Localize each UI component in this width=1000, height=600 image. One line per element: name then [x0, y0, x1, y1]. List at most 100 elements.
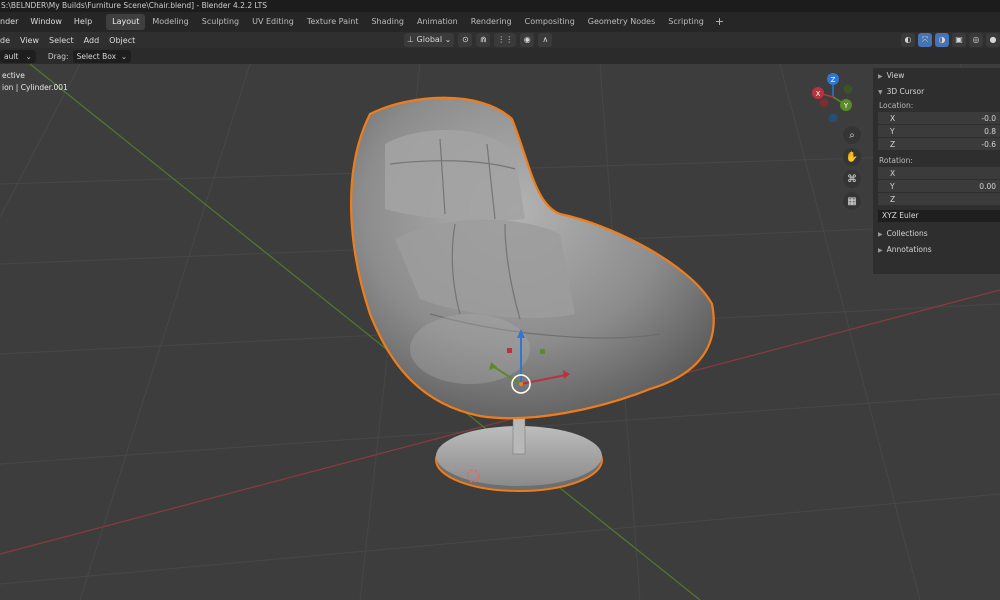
navigation-gizmo[interactable]: Z Y X	[812, 73, 853, 123]
3d-viewport[interactable]: Z Y X ective ion | Cylinder.001 ⌕ ✋ ⌘ ▦ …	[0, 64, 1000, 600]
axis-label: Z	[890, 195, 896, 204]
transform-dropdown-value: ault	[4, 51, 19, 61]
mode-selector[interactable]: de	[0, 36, 15, 45]
drag-dropdown-value: Select Box	[76, 51, 117, 61]
gizmo-x-label: X	[816, 90, 821, 98]
chevron-down-icon: ⌄	[20, 51, 32, 61]
snap-target-button[interactable]: ⋮⋮	[494, 33, 517, 47]
location-label: Location:	[879, 101, 914, 110]
menu-select[interactable]: Select	[44, 36, 79, 45]
location-z-field[interactable]: Z -0.6	[878, 138, 1000, 151]
collections-section-header[interactable]: ▶ Collections	[873, 226, 1000, 242]
title-bar: S:\BELNDER\My Builds\Furniture Scene\Cha…	[0, 0, 1000, 12]
tab-layout[interactable]: Layout	[106, 14, 146, 30]
chair-base	[435, 408, 603, 492]
proportional-edit-toggle[interactable]: ◉	[520, 33, 535, 47]
rotation-label: Rotation:	[879, 156, 913, 165]
shading-solid[interactable]: ●	[986, 33, 1000, 47]
workspace-tabs: Layout Modeling Sculpting UV Editing Tex…	[106, 14, 728, 30]
orientation-icon: ⊥	[407, 35, 417, 44]
proportional-icon: ◉	[523, 35, 531, 44]
eye-icon: ◐	[904, 35, 912, 44]
axis-label: Y	[890, 127, 895, 136]
rotation-mode-dropdown[interactable]: XYZ Euler	[878, 210, 1000, 222]
field-value: -0.0	[981, 114, 996, 123]
annotations-section-label: Annotations	[886, 245, 932, 254]
gizmo-y-label: Y	[843, 102, 849, 110]
tab-uv-editing[interactable]: UV Editing	[246, 14, 300, 30]
sidebar-panel: ▶ View ▼ 3D Cursor Location: X -0.0 Y 0.8 Z-…	[873, 68, 1000, 274]
orientation-label: Global	[416, 35, 443, 44]
annotations-section-header[interactable]: ▶ Annotations	[873, 242, 1000, 258]
cursor-section-header[interactable]: ▼ 3D Cursor	[873, 84, 1000, 100]
chevron-right-icon: ▶	[878, 247, 883, 254]
field-value: 0.8	[984, 127, 996, 136]
window-title: S:\BELNDER\My Builds\Furniture Scene\Cha…	[1, 1, 267, 10]
menu-object[interactable]: Object	[104, 36, 140, 45]
viewport-info: ective ion | Cylinder.001	[2, 70, 68, 94]
tab-rendering[interactable]: Rendering	[465, 14, 518, 30]
visibility-button[interactable]: ◐	[901, 33, 915, 47]
cursor-section-label: 3D Cursor	[886, 87, 925, 96]
gizmo-z-label: Z	[831, 76, 836, 84]
tab-sculpting[interactable]: Sculpting	[196, 14, 245, 30]
location-x-field[interactable]: X -0.0	[878, 112, 1000, 125]
falloff-curve-icon: ∧	[542, 35, 549, 44]
drag-dropdown[interactable]: Select Box ⌄	[72, 49, 132, 63]
tab-modeling[interactable]: Modeling	[146, 14, 194, 30]
viewport-navigation-tools: ⌕ ✋ ⌘ ▦	[843, 126, 861, 210]
object-info: ion | Cylinder.001	[2, 83, 68, 92]
menu-help[interactable]: Help	[68, 12, 98, 32]
top-menu-bar: nder Window Help Layout Modeling Sculpti…	[0, 12, 1000, 32]
falloff-button[interactable]: ∧	[538, 33, 553, 47]
view-section-header[interactable]: ▶ View	[873, 68, 1000, 84]
tab-texture-paint[interactable]: Texture Paint	[301, 14, 365, 30]
menu-view[interactable]: View	[15, 36, 44, 45]
pivot-point-button[interactable]: ⊙	[458, 33, 473, 47]
drag-label: Drag:	[47, 51, 69, 61]
solid-sphere-icon: ●	[989, 35, 997, 44]
transform-dropdown[interactable]: ault ⌄	[0, 49, 36, 63]
rotation-y-field[interactable]: Y 0.00	[878, 180, 1000, 193]
xray-icon: ▣	[955, 35, 963, 44]
add-workspace-button[interactable]: +	[711, 14, 728, 30]
axis-label: Z	[890, 140, 896, 149]
gizmo-icon: ⤧	[921, 35, 929, 44]
transform-orientation-dropdown[interactable]: ⊥ Global ⌄	[404, 33, 455, 47]
collections-section-label: Collections	[886, 229, 928, 238]
tool-settings-bar: ault ⌄ Drag: Select Box ⌄	[0, 48, 1000, 64]
gizmo-toggle[interactable]: ⤧	[918, 33, 932, 47]
zoom-button[interactable]: ⌕	[843, 126, 861, 144]
menu-blender[interactable]: nder	[0, 12, 24, 32]
camera-view-button[interactable]: ⌘	[843, 170, 861, 188]
grid-icon: ▦	[847, 195, 857, 207]
menu-window[interactable]: Window	[24, 12, 68, 32]
menu-add[interactable]: Add	[79, 36, 105, 45]
tab-compositing[interactable]: Compositing	[519, 14, 581, 30]
xray-toggle[interactable]: ▣	[952, 33, 966, 47]
transform-controls: ⊥ Global ⌄ ⊙ ⋒ ⋮⋮ ◉ ∧	[404, 33, 553, 47]
camera-icon: ⌘	[847, 173, 857, 185]
snap-grid-icon: ⋮⋮	[497, 35, 514, 44]
snap-toggle[interactable]: ⋒	[476, 33, 491, 47]
overlay-icon: ◑	[938, 35, 946, 44]
wireframe-sphere-icon: ◎	[972, 35, 980, 44]
shading-wireframe[interactable]: ◎	[969, 33, 983, 47]
chevron-down-icon: ▼	[878, 89, 883, 96]
tab-animation[interactable]: Animation	[411, 14, 464, 30]
rotation-z-field[interactable]: Z	[878, 193, 1000, 206]
rotation-x-field[interactable]: X	[878, 167, 1000, 180]
view-section-label: View	[886, 71, 905, 80]
tab-shading[interactable]: Shading	[365, 14, 410, 30]
location-y-field[interactable]: Y 0.8	[878, 125, 1000, 138]
overlay-toggle[interactable]: ◑	[935, 33, 949, 47]
chevron-right-icon: ▶	[878, 231, 883, 238]
field-value: -0.6	[981, 140, 996, 149]
tab-geometry-nodes[interactable]: Geometry Nodes	[582, 14, 661, 30]
tab-scripting[interactable]: Scripting	[662, 14, 710, 30]
magnet-icon: ⋒	[479, 35, 487, 44]
axis-label: X	[890, 114, 896, 123]
pan-button[interactable]: ✋	[843, 148, 861, 166]
viewport-header: de View Select Add Object ⊥ Global ⌄ ⊙ ⋒…	[0, 32, 1000, 48]
ortho-toggle-button[interactable]: ▦	[843, 192, 861, 210]
